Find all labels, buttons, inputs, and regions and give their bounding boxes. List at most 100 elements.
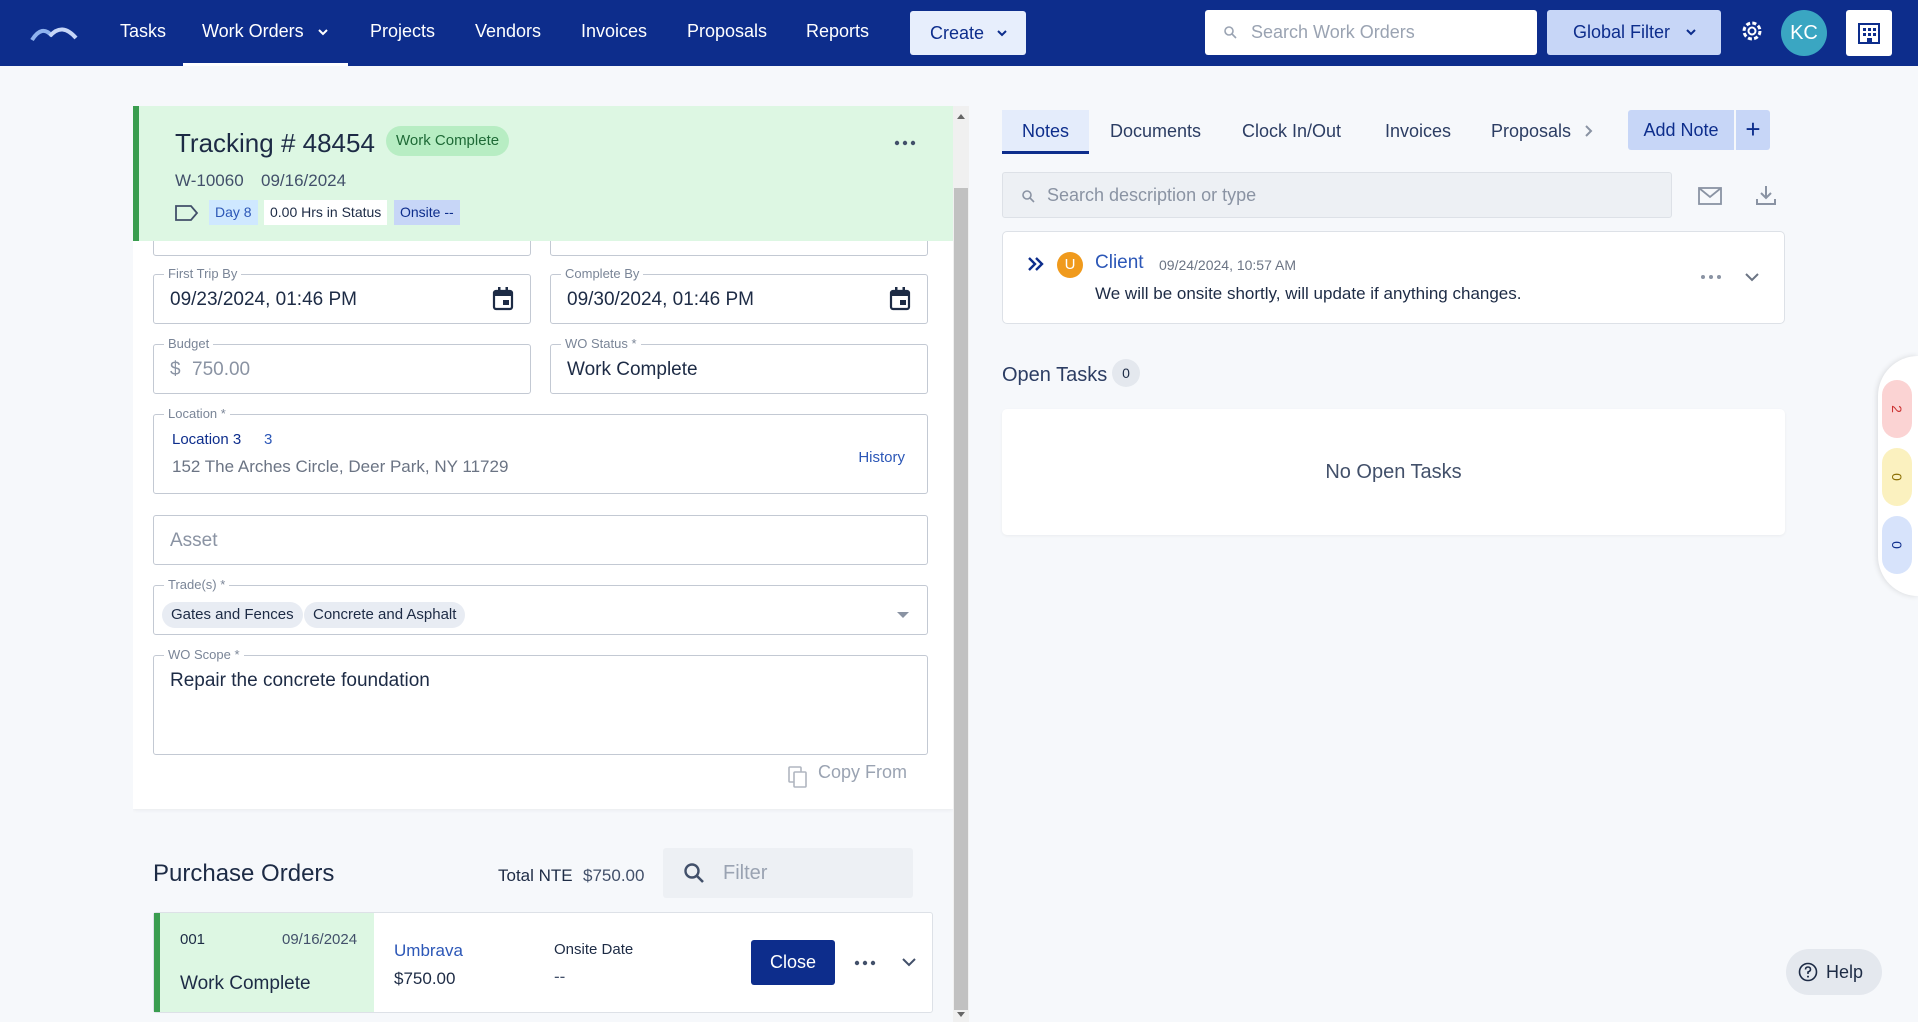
total-nte-label: Total NTE	[498, 866, 573, 885]
budget-currency: $	[170, 359, 181, 380]
blue-counter[interactable]: 0	[1882, 516, 1912, 574]
po-vendor-link[interactable]: Umbrava	[394, 941, 463, 961]
nav-work-orders-label: Work Orders	[202, 21, 304, 41]
logo-icon[interactable]	[30, 22, 78, 42]
add-note-button[interactable]: Add Note	[1628, 110, 1734, 150]
scroll-up-arrow-icon[interactable]	[957, 114, 965, 119]
more-dots-icon[interactable]	[894, 140, 916, 146]
user-avatar[interactable]: KC	[1781, 10, 1827, 56]
wo-status-value: Work Complete	[567, 359, 698, 380]
open-tasks-count: 0	[1112, 359, 1140, 387]
onsite-badge: Onsite --	[394, 200, 460, 225]
trade-chip[interactable]: Gates and Fences	[162, 602, 303, 628]
create-button[interactable]: Create	[910, 11, 1026, 55]
po-number: 001	[180, 931, 206, 948]
copy-from-button[interactable]: Copy From	[818, 762, 907, 783]
note-author: Client	[1095, 252, 1144, 273]
side-counters-rail: 2 0 0	[1878, 356, 1918, 596]
search-input[interactable]	[1251, 10, 1521, 55]
note-author-avatar: U	[1057, 252, 1083, 278]
global-filter-label: Global Filter	[1573, 22, 1671, 42]
po-status-block: 001 09/16/2024 Work Complete	[154, 913, 374, 1012]
search-icon	[684, 863, 704, 883]
tracking-number: Tracking # 48454	[175, 128, 375, 158]
budget-field[interactable]: Budget $ 750.00	[153, 336, 531, 394]
nav-invoices[interactable]: Invoices	[581, 0, 647, 66]
wo-number: W-10060	[175, 171, 244, 190]
location-name[interactable]: Location 3	[172, 431, 241, 448]
open-tasks-card: No Open Tasks	[1002, 409, 1785, 535]
download-icon[interactable]	[1755, 184, 1777, 206]
wo-scope-field[interactable]: WO Scope * Repair the concrete foundatio…	[153, 647, 928, 755]
work-order-header: Tracking # 48454 Work Complete W-10060 0…	[133, 106, 953, 241]
tag-icon[interactable]	[175, 204, 199, 222]
po-onsite-value: --	[554, 967, 566, 986]
more-dots-icon[interactable]	[1700, 274, 1722, 280]
complete-by-value: 09/30/2024, 01:46 PM	[567, 289, 754, 310]
tab-notes[interactable]: Notes	[1002, 110, 1090, 154]
status-badge: Work Complete	[386, 126, 510, 156]
note-text: We will be onsite shortly, will update i…	[1095, 284, 1522, 303]
red-counter[interactable]: 2	[1882, 380, 1912, 438]
add-note-plus-button[interactable]: +	[1736, 110, 1770, 150]
more-dots-icon[interactable]	[854, 960, 876, 966]
search-icon	[1224, 26, 1237, 39]
po-filter[interactable]	[663, 848, 913, 898]
nav-work-orders[interactable]: Work Orders	[183, 0, 348, 66]
po-filter-input[interactable]	[723, 848, 903, 898]
gear-icon[interactable]	[1739, 18, 1765, 44]
calendar-icon[interactable]	[889, 287, 911, 311]
nav-reports[interactable]: Reports	[806, 0, 869, 66]
po-close-button[interactable]: Close	[751, 940, 835, 985]
create-button-label: Create	[930, 23, 985, 43]
purchase-orders-title: Purchase Orders	[153, 860, 335, 887]
tab-clock-in-out[interactable]: Clock In/Out	[1242, 110, 1341, 154]
scroll-thumb[interactable]	[954, 188, 968, 1010]
nav-proposals[interactable]: Proposals	[687, 0, 767, 66]
first-trip-field[interactable]: First Trip By 09/23/2024, 01:46 PM	[153, 266, 531, 324]
copy-icon[interactable]	[788, 766, 808, 788]
no-open-tasks-text: No Open Tasks	[1325, 461, 1462, 483]
nav-tasks[interactable]: Tasks	[120, 0, 166, 66]
trades-field[interactable]: Trade(s) * Gates and Fences Concrete and…	[153, 577, 928, 635]
yellow-counter[interactable]: 0	[1882, 448, 1912, 506]
dropdown-caret-icon[interactable]	[897, 612, 909, 618]
location-field[interactable]: Location * Location 3 3 152 The Arches C…	[153, 406, 928, 494]
wo-scope-label: WO Scope *	[164, 647, 244, 662]
po-amount: $750.00	[394, 969, 456, 988]
wo-status-field[interactable]: WO Status * Work Complete	[550, 336, 928, 394]
double-chevron-right-icon[interactable]	[1027, 256, 1045, 272]
po-status: Work Complete	[180, 973, 311, 994]
red-counter-value: 2	[1888, 405, 1905, 413]
chevron-right-icon[interactable]	[1584, 124, 1593, 138]
tab-invoices[interactable]: Invoices	[1385, 110, 1451, 154]
complete-by-label: Complete By	[561, 266, 644, 281]
total-nte-value: $750.00	[583, 866, 645, 885]
help-button[interactable]: Help	[1786, 949, 1882, 995]
chevron-down-icon[interactable]	[1745, 272, 1759, 282]
notes-search-input[interactable]	[1047, 173, 1657, 217]
note-card[interactable]: U Client 09/24/2024, 10:57 AM We will be…	[1002, 231, 1785, 324]
chevron-down-icon[interactable]	[902, 957, 916, 967]
left-panel-scrollbar[interactable]	[953, 106, 969, 1022]
nav-projects[interactable]: Projects	[370, 0, 435, 66]
scroll-down-arrow-icon[interactable]	[957, 1012, 965, 1017]
calendar-icon[interactable]	[492, 287, 514, 311]
work-orders-search[interactable]	[1205, 10, 1537, 55]
nav-vendors[interactable]: Vendors	[475, 0, 541, 66]
tab-documents[interactable]: Documents	[1110, 110, 1201, 154]
trade-chip[interactable]: Concrete and Asphalt	[304, 602, 466, 628]
note-timestamp: 09/24/2024, 10:57 AM	[1159, 257, 1296, 273]
location-history-link[interactable]: History	[858, 449, 905, 466]
mail-icon[interactable]	[1698, 187, 1722, 205]
po-onsite-label: Onsite Date	[554, 941, 634, 958]
asset-field[interactable]: Asset	[153, 515, 928, 565]
complete-by-field[interactable]: Complete By 09/30/2024, 01:46 PM	[550, 266, 928, 324]
company-button[interactable]	[1846, 10, 1892, 56]
tab-proposals[interactable]: Proposals	[1491, 110, 1571, 154]
purchase-order-row[interactable]: 001 09/16/2024 Work Complete Umbrava $75…	[153, 912, 933, 1013]
notes-search[interactable]	[1002, 172, 1672, 218]
global-filter-button[interactable]: Global Filter	[1547, 10, 1721, 55]
yellow-counter-value: 0	[1888, 473, 1905, 481]
open-tasks-title: Open Tasks	[1002, 364, 1108, 386]
